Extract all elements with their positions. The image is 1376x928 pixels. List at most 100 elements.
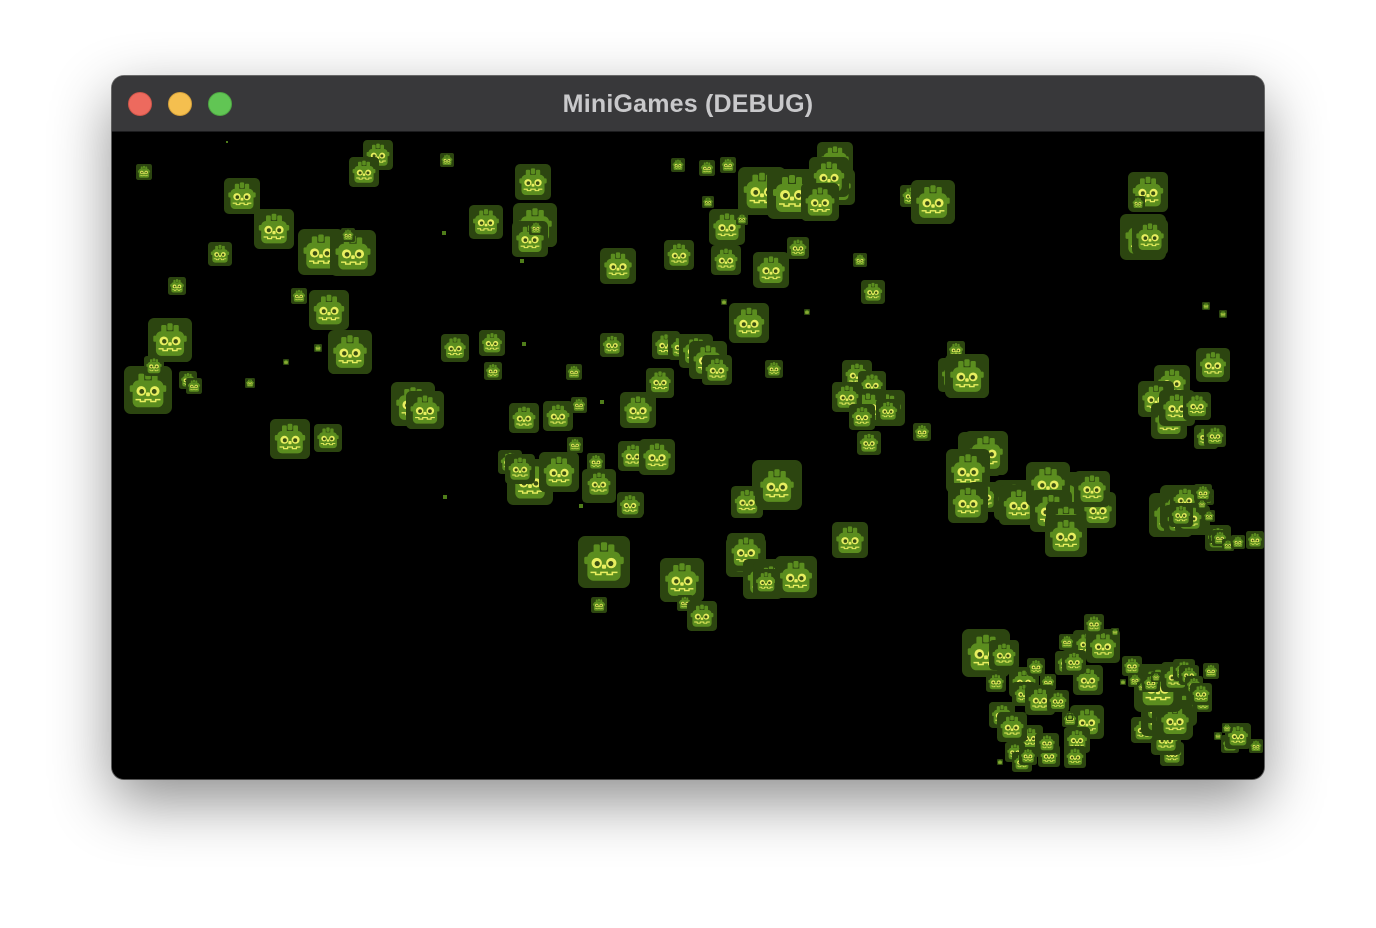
godot-robot-icon [1062,650,1086,674]
godot-robot-icon [587,453,605,471]
godot-robot-icon [804,309,810,315]
godot-robot-icon [1219,310,1227,318]
godot-robot-icon [1214,732,1222,740]
godot-robot-icon [853,253,867,267]
godot-robot-icon [765,360,783,378]
godot-robot-icon [1196,348,1230,382]
godot-robot-icon [1064,746,1086,768]
godot-robot-icon [505,454,535,484]
godot-robot-icon [1231,535,1245,549]
godot-robot-icon [1084,614,1104,634]
godot-robot-icon [1203,510,1215,522]
godot-robot-icon [989,640,1019,670]
godot-robot-icon [720,157,736,173]
godot-robot-icon [646,368,674,396]
godot-robot-icon [620,392,656,428]
godot-robot-icon [600,248,636,284]
godot-robot-icon [945,354,989,398]
godot-robot-icon [484,362,502,380]
godot-robot-icon [687,601,717,631]
godot-robot-icon [721,299,727,305]
godot-robot-icon [787,237,809,259]
godot-robot-icon [986,672,1006,692]
godot-robot-icon [775,556,817,598]
title-bar[interactable]: MiniGames (DEBUG) [112,76,1264,132]
godot-robot-icon [224,178,260,214]
godot-robot-icon [543,401,573,431]
godot-robot-icon [270,419,310,459]
godot-robot-icon [515,164,551,200]
godot-robot-icon [208,242,232,266]
godot-robot-icon [328,330,372,374]
godot-robot-icon [168,277,186,295]
sprite-dot [600,400,604,404]
godot-robot-icon [664,240,694,270]
godot-robot-icon [567,437,583,453]
godot-robot-icon [849,404,875,430]
godot-robot-icon [702,196,714,208]
godot-robot-icon [309,290,349,330]
window-title: MiniGames (DEBUG) [562,90,814,118]
godot-robot-icon [1222,723,1232,733]
godot-robot-icon [186,378,202,394]
sprite-dot [520,259,524,263]
godot-robot-icon [699,160,715,176]
godot-robot-icon [283,359,289,365]
godot-robot-icon [349,157,379,187]
sprite-dot [226,141,228,143]
godot-robot-icon [711,245,741,275]
godot-robot-icon [144,356,164,376]
godot-robot-icon [1151,672,1161,682]
godot-robot-icon [857,431,881,455]
godot-robot-icon [539,452,579,492]
godot-robot-icon [861,280,885,304]
godot-robot-icon [291,288,307,304]
godot-robot-icon [753,252,789,288]
godot-robot-icon [1047,690,1069,712]
godot-robot-icon [1027,658,1045,676]
sprite-dot [443,495,447,499]
godot-robot-icon [245,378,255,388]
godot-robot-icon [639,439,675,475]
godot-robot-icon [1202,302,1210,310]
godot-robot-icon [1246,531,1264,549]
godot-robot-icon [571,397,587,413]
godot-robot-icon [254,209,294,249]
godot-robot-icon [729,303,769,343]
godot-robot-icon [509,403,539,433]
godot-robot-icon [584,469,614,499]
godot-robot-icon [1249,739,1263,753]
godot-robot-icon [913,423,931,441]
godot-robot-icon [911,180,955,224]
godot-robot-icon [136,164,152,180]
godot-robot-icon [529,221,543,235]
godot-robot-icon [341,228,355,242]
sprite-layer [124,140,1264,772]
godot-robot-icon [1169,503,1193,527]
sprite-dot [442,231,446,235]
godot-robot-icon [441,334,469,362]
godot-robot-icon [736,213,748,225]
godot-robot-icon [314,424,342,452]
godot-robot-icon [578,536,630,588]
sprite-dot [522,342,526,346]
godot-robot-icon [1074,471,1110,507]
godot-robot-icon [1183,392,1211,420]
godot-robot-icon [1203,663,1219,679]
godot-robot-icon [997,712,1027,742]
godot-robot-icon [1111,628,1119,636]
godot-robot-icon [148,318,192,362]
godot-robot-icon [671,158,685,172]
godot-robot-icon [1132,219,1168,255]
godot-robot-icon [600,333,624,357]
godot-robot-icon [801,183,839,221]
godot-robot-icon [591,597,607,613]
godot-robot-icon [1019,747,1037,765]
game-viewport[interactable] [112,132,1264,779]
godot-robot-icon [876,399,900,423]
sprite-dot [579,504,583,508]
godot-robot-icon [469,205,503,239]
godot-robot-icon [566,364,582,380]
game-window: MiniGames (DEBUG) [112,76,1264,779]
godot-robot-icon [314,344,322,352]
